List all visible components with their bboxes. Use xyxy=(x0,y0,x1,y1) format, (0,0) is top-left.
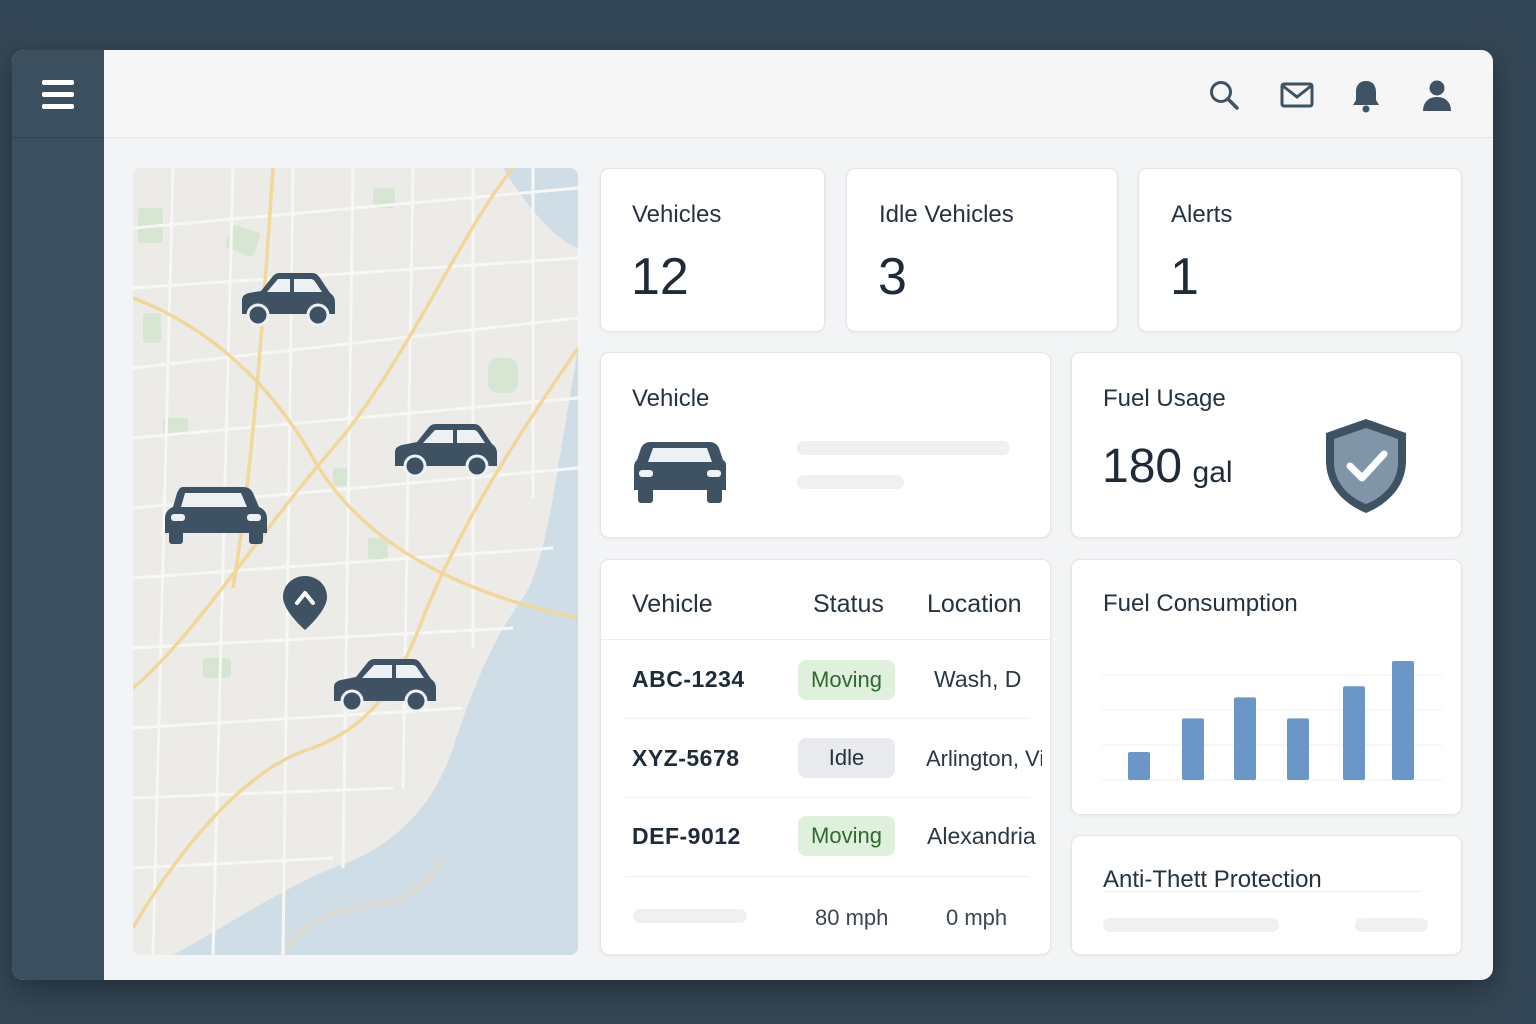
fuel-consumption-title: Fuel Consumption xyxy=(1103,590,1298,617)
alerts-stat-label: Alerts xyxy=(1171,201,1233,228)
chart-bar[interactable] xyxy=(1343,686,1365,780)
skeleton-line xyxy=(797,441,1010,455)
chart-bar[interactable] xyxy=(1128,752,1150,780)
idle-vehicles-stat-value: 3 xyxy=(878,248,907,306)
skeleton-line xyxy=(797,475,904,489)
chart-bar[interactable] xyxy=(1287,718,1309,780)
user-icon[interactable] xyxy=(1420,78,1454,112)
status-badge: Idle xyxy=(798,738,895,778)
fuel-usage-unit: gal xyxy=(1192,456,1233,489)
table-row[interactable]: XYZ-5678 Idle Arlington, Vi xyxy=(601,719,1052,797)
mail-icon[interactable] xyxy=(1279,78,1314,112)
map-car-marker[interactable] xyxy=(163,483,269,545)
sidebar-divider xyxy=(12,137,104,138)
search-icon[interactable] xyxy=(1207,78,1241,112)
chart-bar[interactable] xyxy=(1392,661,1414,780)
vehicle-plate: ABC-1234 xyxy=(632,666,745,692)
fuel-usage-value-group: 180 gal xyxy=(1102,439,1233,494)
vehicles-stat-label: Vehicles xyxy=(632,201,722,228)
top-bar xyxy=(104,50,1493,138)
sidebar xyxy=(12,50,104,980)
anti-theft-card[interactable]: Anti-Thett Protection xyxy=(1071,835,1462,955)
fuel-consumption-card: Fuel Consumption xyxy=(1071,559,1462,815)
chart-bar[interactable] xyxy=(1182,718,1204,780)
status-badge: Moving xyxy=(798,660,895,700)
alerts-stat-card[interactable]: Alerts 1 xyxy=(1138,168,1462,332)
chart-bar[interactable] xyxy=(1234,697,1256,780)
map-car-marker[interactable] xyxy=(330,653,440,715)
divider xyxy=(625,876,1030,877)
table-row[interactable]: DEF-9012 Moving Alexandria xyxy=(601,798,1052,876)
vehicle-location: Wash, D xyxy=(934,666,1022,692)
speed-value: 80 mph xyxy=(815,905,889,930)
fuel-consumption-chart xyxy=(1102,661,1442,781)
bell-icon[interactable] xyxy=(1349,78,1383,113)
vehicles-stat-card[interactable]: Vehicles 12 xyxy=(600,168,825,332)
vehicle-table-card: Vehicle Status Location ABC-1234 Moving … xyxy=(600,559,1052,955)
fuel-usage-value: 180 xyxy=(1102,440,1183,493)
idle-vehicles-stat-card[interactable]: Idle Vehicles 3 xyxy=(846,168,1118,332)
car-front-icon xyxy=(633,438,727,504)
speed-value: 0 mph xyxy=(946,905,1008,930)
anti-theft-title: Anti-Thett Protection xyxy=(1103,866,1322,893)
column-header-status[interactable]: Status xyxy=(813,590,884,619)
column-header-vehicle[interactable]: Vehicle xyxy=(632,590,713,619)
app-window: Vehicles 12 Idle Vehicles 3 Alerts 1 Veh… xyxy=(12,50,1493,980)
skeleton-line xyxy=(1355,918,1428,932)
skeleton-line xyxy=(1103,918,1279,932)
status-badge: Moving xyxy=(798,816,895,856)
vehicle-card-title: Vehicle xyxy=(632,385,710,412)
alerts-stat-value: 1 xyxy=(1170,248,1199,306)
idle-vehicles-stat-label: Idle Vehicles xyxy=(879,201,1014,228)
location-pin-icon[interactable] xyxy=(281,574,329,632)
hamburger-menu-icon[interactable] xyxy=(42,80,76,116)
vehicle-plate: DEF-9012 xyxy=(632,823,741,849)
vehicles-stat-value: 12 xyxy=(631,248,689,306)
map-car-marker[interactable] xyxy=(391,418,501,480)
divider xyxy=(1103,891,1421,892)
column-header-location[interactable]: Location xyxy=(927,590,1022,619)
fuel-usage-card[interactable]: Fuel Usage 180 gal xyxy=(1071,352,1462,538)
vehicle-location: Arlington, Vi xyxy=(926,746,1042,771)
fuel-usage-title: Fuel Usage xyxy=(1103,385,1226,412)
map-car-marker[interactable] xyxy=(236,268,340,328)
shield-check-icon xyxy=(1322,416,1410,516)
fleet-map[interactable] xyxy=(133,168,578,955)
skeleton-line xyxy=(633,909,747,923)
table-row[interactable]: ABC-1234 Moving Wash, D xyxy=(601,640,1052,718)
vehicle-plate: XYZ-5678 xyxy=(632,745,740,771)
vehicle-card[interactable]: Vehicle xyxy=(600,352,1051,538)
vehicle-location: Alexandria xyxy=(927,823,1036,849)
